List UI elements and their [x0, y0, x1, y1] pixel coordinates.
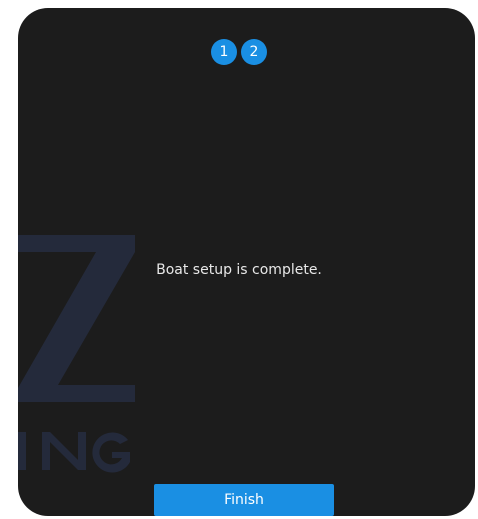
step-2-indicator: 2	[241, 39, 267, 65]
completion-message: Boat setup is complete.	[156, 262, 322, 278]
step-indicator: 1 2	[0, 39, 478, 65]
step-1-indicator: 1	[211, 39, 237, 65]
finish-button[interactable]: Finish	[154, 484, 334, 516]
